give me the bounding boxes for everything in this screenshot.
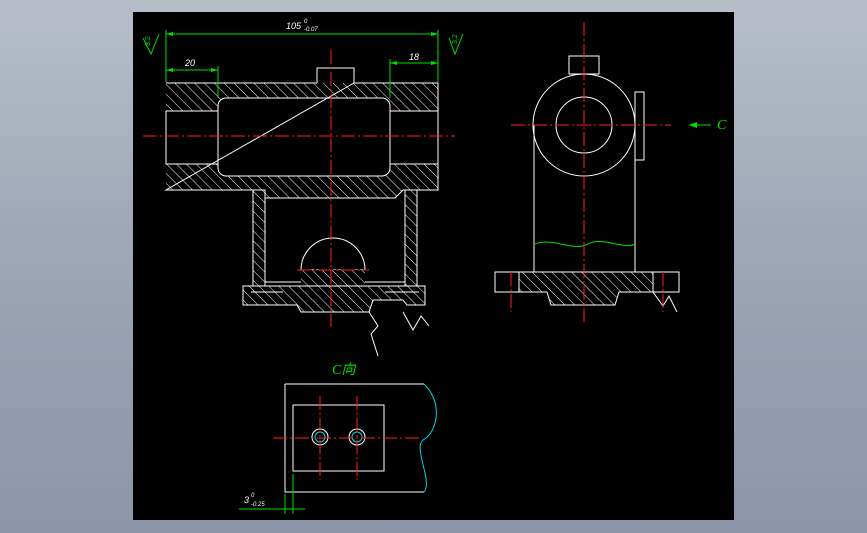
dim-3: 3 (244, 495, 249, 505)
svg-text:0: 0 (251, 493, 255, 499)
base-flange-hatch (243, 286, 425, 312)
c-view: C向 3 0 -0.25 (239, 362, 437, 514)
break-line-2 (402, 311, 430, 332)
view-arrow-label: C (717, 118, 727, 133)
side-view: C (494, 22, 727, 324)
left-leg-hatch (253, 190, 265, 286)
side-break-curve (534, 240, 636, 247)
top-boss (316, 67, 355, 85)
dome (300, 237, 366, 271)
front-view (143, 50, 455, 357)
dim-18: 18 (409, 52, 419, 62)
svg-text:3.2: 3.2 (145, 36, 152, 46)
dim-105: 105 (286, 21, 302, 31)
side-lug (634, 91, 645, 161)
svg-text:-0.25: -0.25 (251, 502, 265, 508)
c-view-break-curve (419, 383, 437, 493)
dim-105-tol-lower: -0.07 (304, 27, 318, 33)
inner-bore (217, 97, 391, 177)
right-leg-hatch (405, 190, 417, 286)
break-line-1 (368, 311, 379, 357)
left-bore-end (165, 110, 219, 165)
right-bore-end (389, 110, 439, 165)
cad-drawing-canvas[interactable]: 105 0 -0.07 20 18 3.2 3.2 C C向 3 0 -0.25 (133, 12, 734, 520)
column-cavity (264, 198, 406, 283)
view-c-title: C向 (332, 362, 357, 378)
drawing-svg: 105 0 -0.07 20 18 3.2 3.2 C C向 3 0 -0.25 (142, 19, 727, 514)
dim-20: 20 (184, 58, 195, 68)
dim-105-tol-upper: 0 (304, 19, 308, 25)
side-break-line (652, 291, 678, 313)
svg-text:3.2: 3.2 (452, 34, 459, 44)
